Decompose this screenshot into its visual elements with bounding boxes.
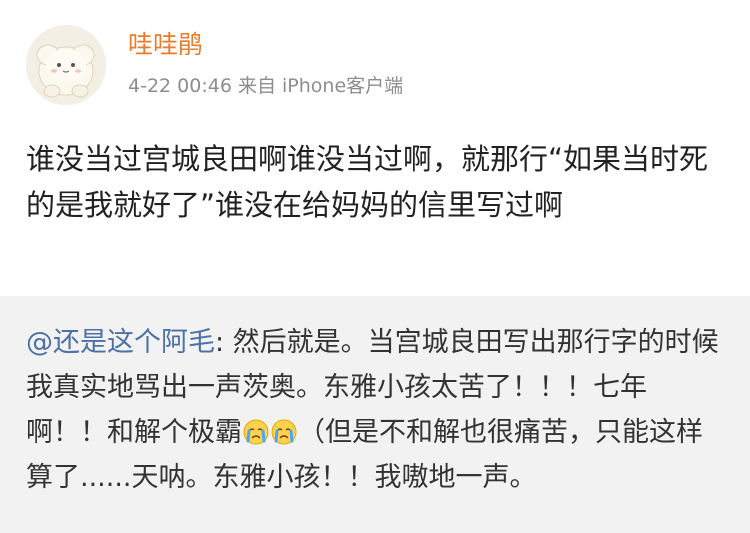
post-source: 来自 iPhone客户端 (237, 75, 404, 97)
avatar[interactable] (26, 25, 106, 105)
crying-face-icon (243, 419, 269, 445)
crying-face-icon (271, 419, 297, 445)
weibo-post-card: 哇哇鹃 4-22 00:46 来自 iPhone客户端 谁没当过宫城良田啊谁没当… (0, 0, 750, 533)
repost-text: @还是这个阿毛: 然后就是。当宫城良田写出那行字的时候我真实地骂出一声茨奥。东雅… (26, 320, 726, 500)
post-meta: 4-22 00:46 来自 iPhone客户端 (128, 72, 403, 100)
post-header: 哇哇鹃 4-22 00:46 来自 iPhone客户端 (0, 0, 750, 118)
avatar-image (26, 25, 106, 105)
repost-mention-link[interactable]: @还是这个阿毛 (26, 327, 215, 358)
post-timestamp: 4-22 00:46 (128, 75, 232, 97)
repost-block[interactable]: @还是这个阿毛: 然后就是。当宫城良田写出那行字的时候我真实地骂出一声茨奥。东雅… (0, 296, 750, 533)
post-body: 谁没当过宫城良田啊谁没当过啊，就那行“如果当时死的是我就好了”谁没在给妈妈的信里… (26, 142, 709, 222)
author-name[interactable]: 哇哇鹃 (128, 28, 203, 62)
